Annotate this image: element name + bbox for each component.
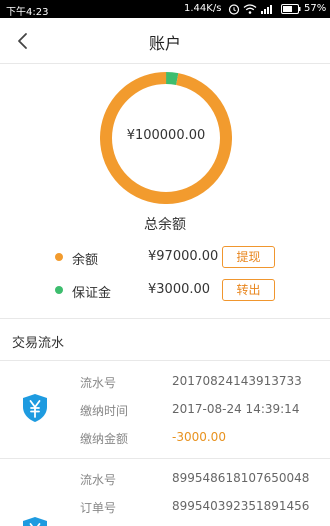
withdraw-button[interactable]: 提现: [222, 246, 275, 268]
balance-legend-dot: [55, 253, 63, 261]
balance-row: 余额 ¥97000.00 提现: [0, 246, 330, 268]
transaction-record[interactable]: 流水号 20170824143913733 缴纳时间 2017-08-24 14…: [0, 361, 330, 458]
section-divider: [0, 318, 330, 319]
deposit-amount: ¥3000.00: [148, 282, 211, 297]
serial-number-label: 流水号: [80, 376, 117, 390]
battery-icon: [281, 4, 301, 14]
deposit-label: 保证金: [72, 286, 112, 301]
serial-number-value: 20170824143913733: [172, 374, 302, 388]
serial-number-value: 899548618107650048: [172, 471, 310, 485]
payment-amount-label: 缴纳金额: [80, 432, 129, 446]
order-number-value: 899540392351891456: [172, 499, 310, 513]
signal-icon: [261, 5, 272, 14]
serial-number-label: 流水号: [80, 473, 117, 487]
deposit-legend-dot: [55, 286, 63, 294]
network-speed: 1.44K/s: [184, 3, 222, 14]
transaction-record[interactable]: 流水号 899548618107650048 订单号 8995403923518…: [0, 459, 330, 526]
transfer-out-button[interactable]: 转出: [222, 279, 275, 301]
alarm-icon: [228, 4, 240, 15]
battery-percent: 57%: [304, 3, 327, 14]
payment-time-value: 2017-08-24 14:39:14: [172, 402, 300, 416]
shield-yen-icon: [23, 517, 47, 526]
status-bar: 下午4:23 1.44K/s 57%: [0, 0, 330, 18]
transactions-title: 交易流水: [12, 336, 65, 351]
page-title: 账户: [148, 34, 181, 53]
deposit-row: 保证金 ¥3000.00 转出: [0, 279, 330, 301]
shield-yen-icon: [23, 394, 47, 422]
nav-bar: 账户: [0, 18, 330, 64]
balance-amount: ¥97000.00: [148, 249, 219, 264]
payment-amount-value: -3000.00: [172, 430, 226, 444]
total-balance-label: 总余额: [144, 217, 186, 233]
order-number-label: 订单号: [80, 501, 117, 515]
payment-time-label: 缴纳时间: [80, 404, 129, 418]
status-time: 下午4:23: [6, 7, 49, 18]
balance-label: 余额: [72, 253, 99, 268]
total-amount: ¥100000.00: [126, 128, 206, 143]
wifi-icon: [243, 4, 257, 14]
